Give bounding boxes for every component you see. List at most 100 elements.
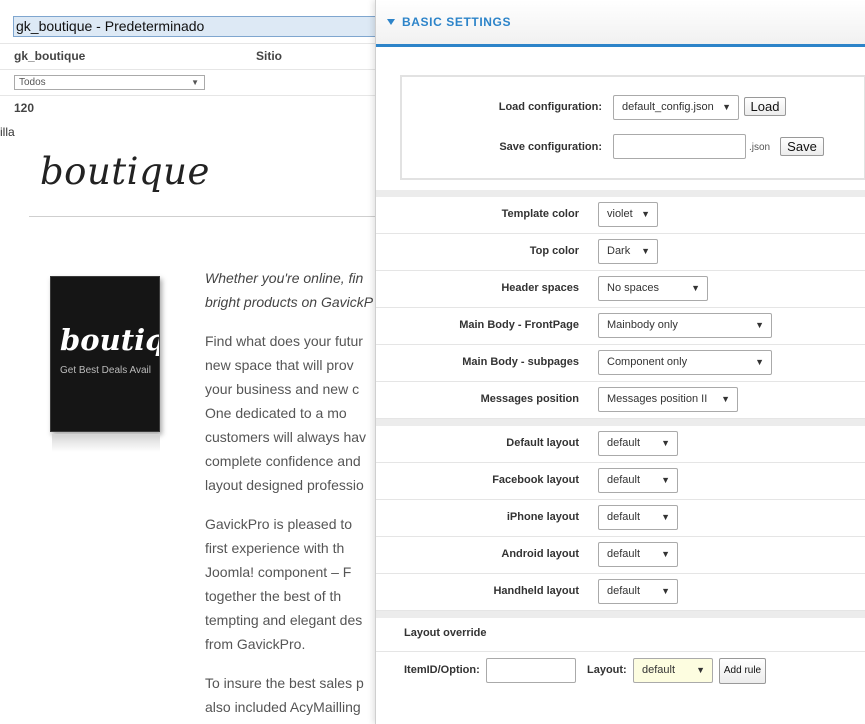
layout-label: Default layout bbox=[506, 437, 579, 449]
book-title: boutique bbox=[60, 323, 159, 357]
chevron-down-icon: ▼ bbox=[661, 475, 670, 485]
load-config-value: default_config.json bbox=[622, 101, 714, 113]
top-color-select[interactable]: Dark ▼ bbox=[598, 239, 658, 264]
select-value: default bbox=[607, 548, 641, 560]
save-config-input[interactable] bbox=[613, 134, 746, 159]
layout-override-title: Layout override bbox=[404, 627, 487, 639]
chevron-down-icon: ▼ bbox=[661, 549, 670, 559]
chevron-down-icon: ▼ bbox=[721, 394, 730, 404]
divider bbox=[0, 69, 380, 70]
select-value: Component only bbox=[607, 356, 688, 368]
config-box: Load configuration: default_config.json … bbox=[400, 75, 865, 180]
paragraph-line: Find what does your futur bbox=[205, 333, 363, 349]
layout-label: Facebook layout bbox=[492, 474, 579, 486]
intro-line: bright products on GavickP bbox=[205, 294, 374, 310]
mainbody-frontpage-select[interactable]: Mainbody only ▼ bbox=[598, 313, 772, 338]
setting-label: Header spaces bbox=[501, 282, 579, 294]
layout-row-facebook: Facebook layout default ▼ bbox=[376, 463, 865, 500]
save-suffix: .json bbox=[749, 142, 771, 153]
android-layout-select[interactable]: default ▼ bbox=[598, 542, 678, 567]
save-config-label: Save configuration: bbox=[499, 141, 602, 153]
chevron-down-icon: ▼ bbox=[661, 586, 670, 596]
setting-label: Template color bbox=[501, 208, 579, 220]
chevron-down-icon: ▼ bbox=[661, 512, 670, 522]
paragraph-line: new space that will prov bbox=[205, 357, 354, 373]
select-value: default bbox=[642, 664, 676, 676]
messages-position-select[interactable]: Messages position II ▼ bbox=[598, 387, 738, 412]
chevron-down-icon: ▼ bbox=[755, 357, 764, 367]
iphone-layout-select[interactable]: default ▼ bbox=[598, 505, 678, 530]
paragraph-line: Joomla! component – F bbox=[205, 564, 352, 580]
add-rule-button[interactable]: Add rule bbox=[719, 658, 766, 684]
select-value: default bbox=[607, 585, 641, 597]
chevron-down-icon: ▼ bbox=[191, 78, 199, 87]
paragraph-line: customers will always hav bbox=[205, 429, 367, 445]
book-image: boutique Get Best Deals Avail bbox=[50, 276, 160, 432]
paragraph-line: together the best of th bbox=[205, 588, 342, 604]
template-color-select[interactable]: violet ▼ bbox=[598, 202, 658, 227]
select-value: default bbox=[607, 437, 641, 449]
layout-label: iPhone layout bbox=[506, 511, 579, 523]
book-subtitle: Get Best Deals Avail bbox=[60, 365, 151, 376]
chevron-down-icon: ▼ bbox=[755, 320, 764, 330]
layout-label: Handheld layout bbox=[493, 585, 579, 597]
load-config-select[interactable]: default_config.json ▼ bbox=[613, 95, 739, 120]
divider bbox=[0, 43, 380, 44]
paragraph-line: One dedicated to a mo bbox=[205, 405, 347, 421]
save-button[interactable]: Save bbox=[780, 137, 824, 156]
paragraph-line: complete confidence and bbox=[205, 453, 361, 469]
panel-title: BASIC SETTINGS bbox=[402, 15, 512, 29]
template-title-input[interactable]: gk_boutique - Predeterminado bbox=[13, 16, 380, 37]
override-layout-select[interactable]: default ▼ bbox=[633, 658, 713, 683]
divider bbox=[376, 651, 865, 652]
layout-row-iphone: iPhone layout default ▼ bbox=[376, 500, 865, 537]
divider bbox=[29, 216, 380, 217]
basic-settings-panel: BASIC SETTINGS Load configuration: defau… bbox=[375, 0, 865, 724]
chevron-down-icon: ▼ bbox=[722, 102, 731, 112]
itemid-label: ItemID/Option: bbox=[404, 664, 480, 676]
paragraph-line: tempting and elegant des bbox=[205, 612, 363, 628]
filter-select-value: Todos bbox=[19, 77, 46, 88]
select-value: Dark bbox=[607, 245, 631, 257]
paragraph-line: layout designed professio bbox=[205, 477, 364, 493]
default-layout-select[interactable]: default ▼ bbox=[598, 431, 678, 456]
itemid-input[interactable] bbox=[486, 658, 576, 683]
collapse-arrow-icon bbox=[387, 19, 395, 25]
filter-select[interactable]: Todos ▼ bbox=[14, 75, 205, 90]
select-value: Mainbody only bbox=[607, 319, 678, 331]
paragraph-line: To insure the best sales p bbox=[205, 675, 364, 691]
layout-row-android: Android layout default ▼ bbox=[376, 537, 865, 574]
panel-header[interactable]: BASIC SETTINGS bbox=[376, 0, 865, 47]
select-value: default bbox=[607, 474, 641, 486]
book-reflection bbox=[52, 434, 160, 452]
site-column-header: Sitio bbox=[256, 49, 282, 63]
setting-row-header-spaces: Header spaces No spaces ▼ bbox=[376, 271, 865, 308]
setting-row-top-color: Top color Dark ▼ bbox=[376, 234, 865, 271]
layout-row-default: Default layout default ▼ bbox=[376, 426, 865, 463]
paragraph-line: from GavickPro. bbox=[205, 636, 306, 652]
divider bbox=[0, 95, 380, 96]
facebook-layout-select[interactable]: default ▼ bbox=[598, 468, 678, 493]
intro-line: Whether you're online, fin bbox=[205, 270, 364, 286]
setting-row-mainbody-frontpage: Main Body - FrontPage Mainbody only ▼ bbox=[376, 308, 865, 345]
setting-label: Top color bbox=[529, 245, 579, 257]
count-value: 120 bbox=[14, 101, 35, 115]
mainbody-subpages-select[interactable]: Component only ▼ bbox=[598, 350, 772, 375]
setting-label: Messages position bbox=[480, 393, 579, 405]
paragraph-line: also included AcyMailling bbox=[205, 699, 361, 715]
select-value: Messages position II bbox=[607, 393, 708, 405]
header-spaces-select[interactable]: No spaces ▼ bbox=[598, 276, 708, 301]
truncated-text: illa bbox=[0, 125, 15, 139]
paragraph-line: first experience with th bbox=[205, 540, 345, 556]
setting-row-mainbody-subpages: Main Body - subpages Component only ▼ bbox=[376, 345, 865, 382]
setting-label: Main Body - FrontPage bbox=[459, 319, 579, 331]
chevron-down-icon: ▼ bbox=[641, 246, 650, 256]
select-value: default bbox=[607, 511, 641, 523]
handheld-layout-select[interactable]: default ▼ bbox=[598, 579, 678, 604]
paragraph-line: your business and new c bbox=[205, 381, 360, 397]
load-button[interactable]: Load bbox=[744, 97, 786, 116]
override-layout-label: Layout: bbox=[587, 664, 627, 676]
chevron-down-icon: ▼ bbox=[696, 665, 705, 675]
section-separator bbox=[376, 190, 865, 197]
load-config-label: Load configuration: bbox=[498, 101, 602, 113]
